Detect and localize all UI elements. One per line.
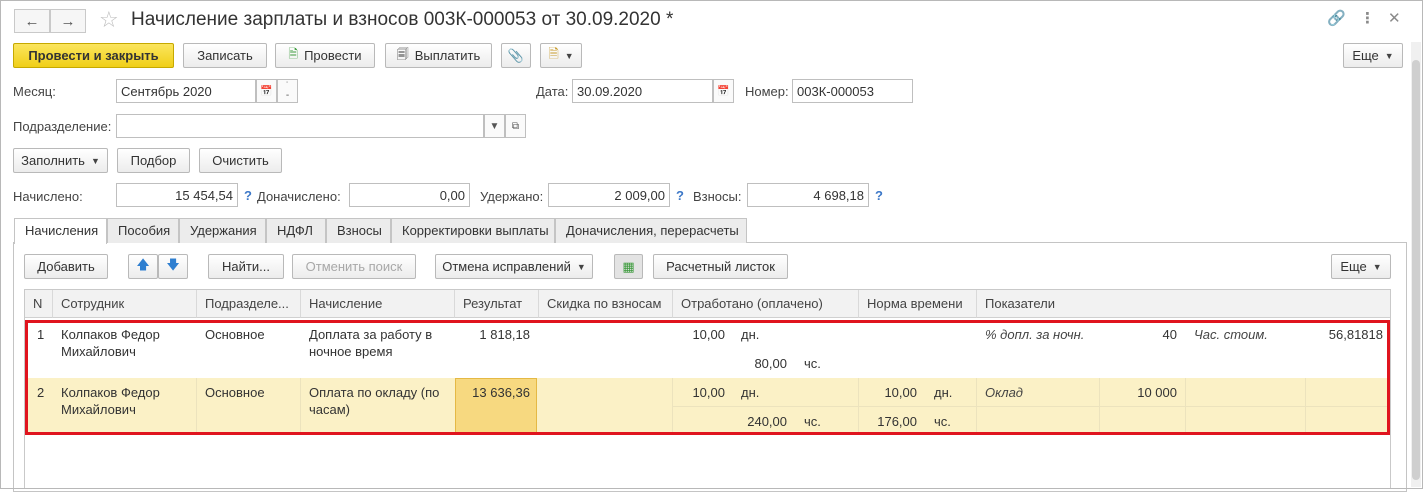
date-calendar-icon[interactable]: 📅 [713,79,734,103]
post-document-icon: 🗎 [288,47,299,61]
post-and-close-label: Провести и закрыть [28,48,159,63]
vertical-scrollbar[interactable] [1411,42,1421,487]
help-icon[interactable]: ? [244,188,252,203]
contributions-label: Взносы: [693,189,742,204]
link-icon[interactable]: 🔗 [1327,9,1346,27]
highlight-outline [25,320,1390,435]
spin-down-icon[interactable]: - [286,91,289,101]
chevron-down-icon: ▼ [1372,261,1382,272]
cancel-corrections-button[interactable]: Отмена исправлений ▼ [435,254,593,279]
more-button[interactable]: Еще ▼ [1343,43,1403,68]
additional-field: 0,00 [349,183,470,207]
contributions-field: 4 698,18 [747,183,869,207]
find-label: Найти... [222,259,270,274]
column-header-n[interactable]: N [25,290,53,318]
pay-label: Выплатить [414,48,481,63]
arrow-down-icon: 🡇 [166,256,180,272]
calendar-icon[interactable]: 📅 [256,79,277,103]
table-more-label: Еще [1340,259,1367,274]
chevron-down-icon: ▼ [576,261,586,272]
post-button[interactable]: 🗎 Провести [275,43,375,68]
pay-document-icon: 🗐 [396,47,409,61]
number-label: Номер: [745,84,789,99]
payslip-label: Расчетный листок [666,259,775,274]
table-settings-button[interactable]: ▦ [614,254,643,279]
number-field[interactable]: 003К-000053 [792,79,913,103]
chevron-down-icon: ▼ [564,50,574,61]
more-vertical-icon[interactable]: ⋮ [1360,9,1375,27]
post-label: Провести [304,48,362,63]
division-label: Подразделение: [13,119,112,134]
accrued-field: 15 454,54 [116,183,238,207]
accrued-label: Начислено: [13,189,83,204]
column-header-discount[interactable]: Скидка по взносам [539,290,673,318]
select-button[interactable]: Подбор [117,148,190,173]
arrow-left-icon: ← [24,12,40,30]
column-header-accrual[interactable]: Начисление [301,290,455,318]
paperclip-icon: 📎 [507,47,525,63]
clear-button[interactable]: Очистить [199,148,282,173]
attach-button[interactable]: 📎 [501,43,531,68]
arrow-up-icon: 🡅 [136,256,150,272]
find-button[interactable]: Найти... [208,254,284,279]
division-field[interactable] [116,114,484,138]
payslip-button[interactable]: Расчетный листок [653,254,788,279]
open-link-icon[interactable]: ⧉ [505,114,526,138]
print-document-icon: 🗎 [548,45,559,61]
tab-ndfl[interactable]: НДФЛ [266,218,326,243]
help-icon[interactable]: ? [676,188,684,203]
column-header-worked[interactable]: Отработано (оплачено) [673,290,859,318]
scrollbar-thumb[interactable] [1412,60,1420,480]
more-label: Еще [1352,48,1379,63]
add-button[interactable]: Добавить [24,254,108,279]
chevron-down-icon: ▼ [90,155,100,166]
cancel-search-label: Отменить поиск [305,259,403,274]
month-label: Месяц: [13,84,56,99]
withheld-label: Удержано: [480,189,544,204]
tab-contributions[interactable]: Взносы [326,218,391,243]
column-header-division[interactable]: Подразделе... [197,290,301,318]
tab-benefits[interactable]: Пособия [107,218,179,243]
back-button[interactable]: ← [14,9,50,33]
move-up-button[interactable]: 🡅 [128,254,158,279]
tab-accruals[interactable]: Начисления [14,218,107,244]
add-label: Добавить [37,259,95,274]
pay-button[interactable]: 🗐 Выплатить [385,43,492,68]
arrow-right-icon: → [60,12,76,30]
clear-label: Очистить [212,153,269,168]
date-field[interactable]: 30.09.2020 [572,79,713,103]
help-icon[interactable]: ? [875,188,883,203]
date-label: Дата: [536,84,569,99]
chevron-down-icon: ▼ [1384,50,1394,61]
additional-label: Доначислено: [257,189,341,204]
close-icon[interactable]: ✕ [1388,9,1401,27]
tab-recalculations[interactable]: Доначисления, перерасчеты [555,218,747,243]
column-header-employee[interactable]: Сотрудник [53,290,197,318]
tab-deductions[interactable]: Удержания [179,218,266,243]
table-add-icon: ▦ [622,258,635,274]
column-header-result[interactable]: Результат [455,290,539,318]
fill-button[interactable]: Заполнить ▼ [13,148,108,173]
chevron-down-icon[interactable]: ▼ [484,114,505,138]
table-more-button[interactable]: Еще ▼ [1331,254,1391,279]
month-spinner[interactable]: ˙ - [277,79,298,103]
tab-payment-corrections[interactable]: Корректировки выплаты [391,218,555,243]
column-header-indicators[interactable]: Показатели [977,290,1390,318]
save-label: Записать [197,48,253,63]
favorite-star-icon[interactable]: ☆ [99,7,119,33]
save-button[interactable]: Записать [183,43,267,68]
select-label: Подбор [130,153,177,168]
cancel-corrections-label: Отмена исправлений [442,259,571,274]
column-header-norm[interactable]: Норма времени [859,290,977,318]
withheld-field: 2 009,00 [548,183,670,207]
window-title: Начисление зарплаты и взносов 003К-00005… [131,9,674,30]
fill-label: Заполнить [21,153,85,168]
print-menu-button[interactable]: 🗎 ▼ [540,43,582,68]
post-and-close-button[interactable]: Провести и закрыть [13,43,174,68]
month-field[interactable]: Сентябрь 2020 [116,79,256,103]
move-down-button[interactable]: 🡇 [158,254,188,279]
cancel-search-button[interactable]: Отменить поиск [292,254,416,279]
forward-button[interactable]: → [50,9,86,33]
